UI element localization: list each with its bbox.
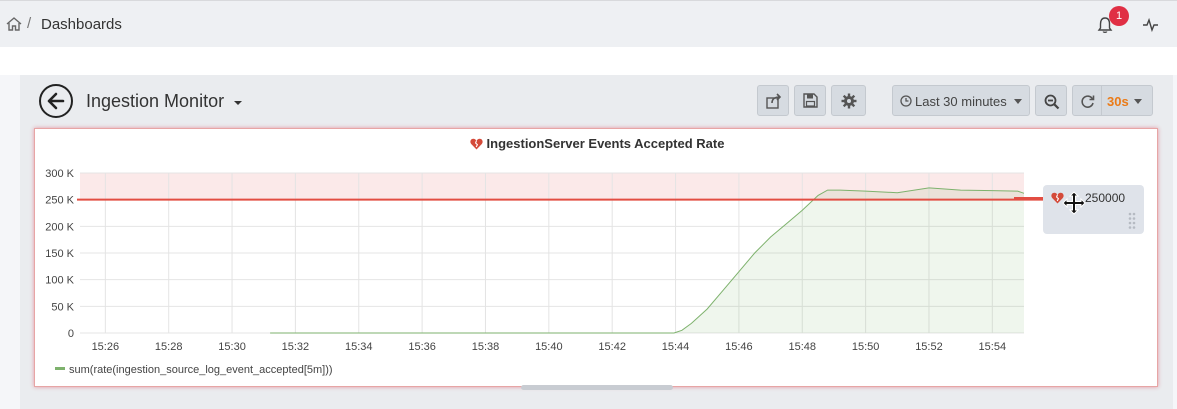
arrow-left-icon xyxy=(47,92,65,110)
share-button[interactable] xyxy=(757,85,789,116)
y-tick-label: 250 K xyxy=(45,195,74,207)
x-tick-label: 15:26 xyxy=(92,341,120,353)
move-cursor-icon xyxy=(1062,191,1086,215)
threshold-handle-line xyxy=(1014,197,1044,199)
zoom-out-icon xyxy=(1044,94,1060,110)
x-tick-label: 15:54 xyxy=(979,341,1007,353)
spacer-band xyxy=(0,47,1177,75)
x-tick-label: 15:42 xyxy=(598,341,626,353)
refresh-picker[interactable]: 30s xyxy=(1072,85,1153,116)
breadcrumb-separator: / xyxy=(27,15,32,32)
y-tick-label: 0 xyxy=(68,328,74,340)
caret-down-icon[interactable] xyxy=(234,101,242,105)
save-icon xyxy=(803,93,818,108)
series-area xyxy=(270,187,1025,333)
clock-icon xyxy=(900,95,912,107)
x-tick-label: 15:44 xyxy=(662,341,690,353)
threshold-value: 250000 xyxy=(1085,191,1126,205)
x-tick-label: 15:48 xyxy=(788,341,816,353)
zoom-out-button[interactable] xyxy=(1035,85,1067,116)
legend-swatch xyxy=(55,367,65,370)
x-tick-label: 15:36 xyxy=(408,341,436,353)
caret-down-icon xyxy=(1014,99,1022,104)
panel-resize-handle[interactable] xyxy=(521,385,673,390)
alert-count-badge[interactable]: 1 xyxy=(1109,6,1129,26)
y-tick-label: 50 K xyxy=(51,301,74,313)
dashboard-title[interactable]: Ingestion Monitor xyxy=(86,91,224,112)
y-tick-label: 150 K xyxy=(45,248,74,260)
share-icon xyxy=(766,93,782,109)
legend-item[interactable]: sum(rate(ingestion_source_log_event_acce… xyxy=(55,364,333,376)
x-tick-label: 15:28 xyxy=(155,341,183,353)
threshold-handle[interactable]: 250000 xyxy=(1043,185,1144,234)
activity-icon[interactable] xyxy=(1142,16,1159,33)
time-range-label: Last 30 minutes xyxy=(915,94,1007,109)
home-icon[interactable] xyxy=(6,16,22,32)
back-button[interactable] xyxy=(39,84,73,118)
y-tick-label: 300 K xyxy=(45,168,74,180)
legend-label: sum(rate(ingestion_source_log_event_acce… xyxy=(69,364,333,376)
x-tick-label: 15:52 xyxy=(915,341,943,353)
x-tick-label: 15:40 xyxy=(535,341,563,353)
x-tick-label: 15:50 xyxy=(852,341,880,353)
breadcrumb-dashboards[interactable]: Dashboards xyxy=(41,16,122,33)
y-tick-label: 200 K xyxy=(45,221,74,233)
chart-area[interactable]: 0 50 K 100 K 150 K 200 K 250 K 300 K 15:26 15:28… xyxy=(35,129,1159,361)
top-nav-bar: / Dashboards 1 xyxy=(0,0,1177,47)
settings-button[interactable] xyxy=(831,85,866,116)
x-tick-label: 15:38 xyxy=(472,341,500,353)
refresh-interval-label: 30s xyxy=(1107,94,1129,109)
time-range-picker[interactable]: Last 30 minutes xyxy=(892,85,1030,116)
drag-grip-icon[interactable] xyxy=(1128,212,1136,230)
y-tick-label: 100 K xyxy=(45,275,74,287)
separator xyxy=(1101,86,1102,115)
x-tick-label: 15:32 xyxy=(282,341,310,353)
x-tick-label: 15:34 xyxy=(345,341,373,353)
save-button[interactable] xyxy=(794,85,826,116)
x-tick-label: 15:46 xyxy=(725,341,753,353)
x-tick-label: 15:30 xyxy=(218,341,246,353)
refresh-icon[interactable] xyxy=(1080,94,1095,109)
caret-down-icon xyxy=(1134,99,1142,104)
graph-panel[interactable]: IngestionServer Events Accepted Rate 0 50… xyxy=(34,128,1159,390)
gear-icon xyxy=(841,93,857,109)
